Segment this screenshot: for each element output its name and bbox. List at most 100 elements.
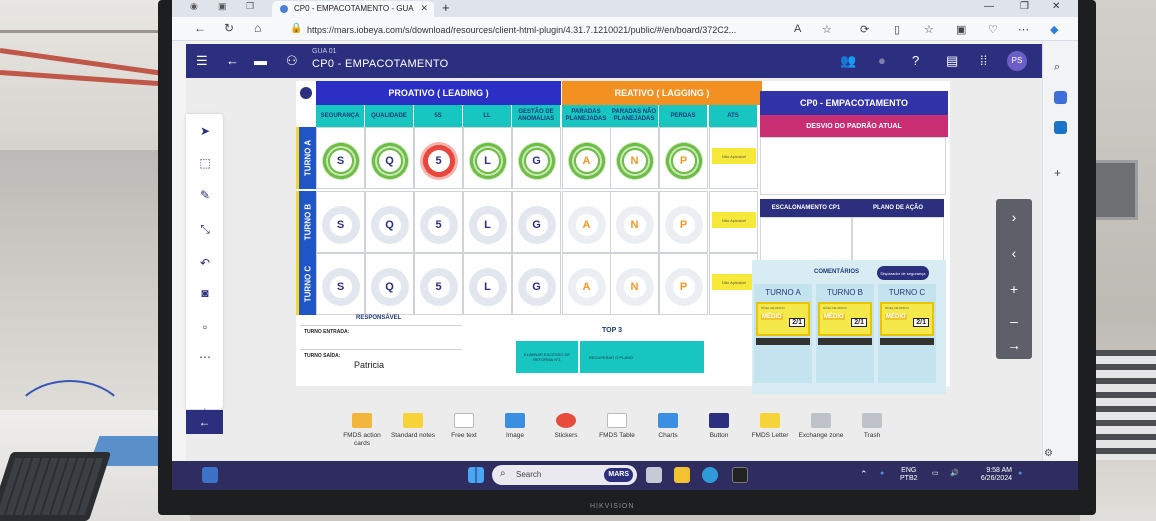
toolbar-item-stickers[interactable]: Stickers <box>540 409 592 440</box>
kpi-cell[interactable]: 5 <box>414 127 463 189</box>
restore-icon[interactable]: ❐ <box>1020 1 1029 12</box>
volume-icon[interactable]: 🔊 <box>950 470 959 478</box>
clock[interactable]: 9:58 AM 6/26/2024 <box>970 467 1012 483</box>
kpi-cell[interactable]: A <box>562 127 611 189</box>
pen-icon[interactable]: ✎ <box>197 188 213 202</box>
toolbar-item-fmds-table[interactable]: FMDS Table <box>591 409 643 440</box>
kpi-cell[interactable]: L <box>463 253 512 315</box>
capture-icon[interactable]: ◙ <box>197 286 213 300</box>
status-ring[interactable]: A <box>567 206 606 244</box>
edge-browser-icon[interactable] <box>702 467 718 483</box>
status-ring[interactable]: S <box>321 268 360 306</box>
status-ring[interactable]: L <box>468 142 507 180</box>
scroll-down-icon[interactable]: ↓ <box>197 404 213 418</box>
turno-saida-name[interactable]: Patricia <box>354 360 384 370</box>
comment-icon[interactable]: ▫ <box>197 320 213 334</box>
notification-bell-icon[interactable]: ● <box>1018 470 1022 478</box>
menu-dots-icon[interactable]: ⋯ <box>1018 23 1029 36</box>
status-ring[interactable]: G <box>517 268 556 306</box>
kpi-cell[interactable]: Q <box>365 127 414 189</box>
search-sidebar-icon[interactable]: ⌕ <box>1054 61 1067 74</box>
toolbar-item-exchange-zone[interactable]: Exchange zone <box>795 409 847 440</box>
favorite-star-icon[interactable]: ☆ <box>822 23 832 36</box>
kpi-cell[interactable]: G <box>512 127 561 189</box>
toolbar-item-charts[interactable]: Charts <box>642 409 694 440</box>
kpi-cell[interactable]: 5 <box>414 253 463 315</box>
ats-cell[interactable]: Não Aplicável <box>709 127 758 189</box>
split-screen-icon[interactable]: ▯ <box>894 23 900 36</box>
top3-note[interactable] <box>642 341 704 373</box>
status-ring[interactable]: G <box>517 206 556 244</box>
kpi-cell[interactable]: A <box>562 191 611 253</box>
new-tab-icon[interactable]: + <box>442 0 450 15</box>
status-ring[interactable]: 5 <box>419 142 458 180</box>
board-switch-icon[interactable]: ▬ <box>254 53 267 68</box>
ats-note[interactable]: Não Aplicável <box>712 274 756 290</box>
status-ring[interactable]: P <box>664 268 703 306</box>
status-ring[interactable]: N <box>615 268 654 306</box>
top3-note[interactable]: ELIMINAR EXCESSO DE REFORMA N°1 <box>516 341 578 373</box>
url-text[interactable]: https://mars.iobeya.com/s/download/resou… <box>307 25 736 35</box>
kpi-cell[interactable]: P <box>659 253 708 315</box>
kpi-cell[interactable]: Q <box>365 253 414 315</box>
top3-note[interactable]: RECUPERAR O PLANO <box>580 341 642 373</box>
risk-card[interactable]: NÍVEL DE RISCO MÉDIO 2/1 <box>756 302 810 336</box>
kpi-cell[interactable]: Q <box>365 191 414 253</box>
toolbar-item-trash[interactable]: Trash <box>846 409 898 440</box>
kpi-cell[interactable]: S <box>316 127 365 189</box>
toolbar-item-fmds-action-cards[interactable]: FMDS action cards <box>336 409 388 448</box>
refresh-icon[interactable]: ↻ <box>224 21 234 35</box>
favorites-icon[interactable]: ☆ <box>924 23 934 36</box>
outlook-icon[interactable] <box>1054 121 1067 134</box>
status-ring[interactable]: N <box>615 142 654 180</box>
status-ring[interactable]: L <box>468 268 507 306</box>
back-arrow-icon[interactable]: ← <box>194 21 206 35</box>
desvio-body[interactable] <box>760 137 946 195</box>
ats-note[interactable]: Não Aplicável <box>712 148 756 164</box>
status-ring[interactable]: Q <box>370 206 409 244</box>
kpi-cell[interactable]: P <box>659 127 708 189</box>
add-sidebar-icon[interactable]: + <box>1054 166 1067 180</box>
connector-icon[interactable]: ⤡ <box>197 222 213 236</box>
toolbar-item-fmds-letter[interactable]: FMDS Letter <box>744 409 796 440</box>
select-area-icon[interactable]: ⬚ <box>197 156 213 170</box>
ats-cell[interactable]: Não Aplicável <box>709 191 758 253</box>
status-ring[interactable]: P <box>664 206 703 244</box>
zoom-in-icon[interactable]: + <box>996 271 1032 307</box>
status-ring[interactable]: G <box>517 142 556 180</box>
kpi-cell[interactable]: P <box>659 191 708 253</box>
ats-cell[interactable]: Não Aplicável <box>709 253 758 315</box>
file-explorer-icon[interactable] <box>674 467 690 483</box>
status-ring[interactable]: Q <box>370 268 409 306</box>
kpi-cell[interactable]: S <box>316 253 365 315</box>
workspaces-icon[interactable]: ▣ <box>218 1 227 12</box>
apps-grid-icon[interactable]: ⁞⁞ <box>980 53 987 68</box>
close-window-icon[interactable]: ✕ <box>1052 1 1060 12</box>
toolbar-item-button[interactable]: Button <box>693 409 745 440</box>
kpi-cell[interactable]: L <box>463 191 512 253</box>
prev-arrow-icon[interactable]: ‹ <box>996 235 1032 271</box>
status-ring[interactable]: P <box>664 142 703 180</box>
status-ring[interactable]: Q <box>370 142 409 180</box>
tab-actions-icon[interactable]: ❐ <box>246 1 254 12</box>
kpi-cell[interactable]: A <box>562 253 611 315</box>
back-icon[interactable]: ← <box>226 53 239 68</box>
status-ring[interactable]: 5 <box>419 206 458 244</box>
status-ring[interactable]: S <box>321 206 360 244</box>
notification-icon[interactable]: ● <box>878 53 886 68</box>
kpi-cell[interactable]: G <box>512 253 561 315</box>
status-ring[interactable]: A <box>567 142 606 180</box>
minimize-icon[interactable]: — <box>984 1 994 12</box>
status-ring[interactable]: N <box>615 206 654 244</box>
copilot-icon[interactable]: ◆ <box>1050 23 1058 36</box>
kpi-cell[interactable]: N <box>610 191 659 253</box>
lock-icon[interactable]: 🔒 <box>290 23 302 34</box>
extensions-icon[interactable]: ⟳ <box>860 23 869 36</box>
risk-card[interactable]: NÍVEL DE RISCO MÉDIO 2/1 <box>880 302 934 336</box>
board-canvas[interactable]: ➤ ⬚ ✎ ⤡ ↶ ◙ ▫ ⋯ ← ↓ › ‹ + – → PROATIVO (… <box>186 78 1042 461</box>
language-indicator[interactable]: ENG PTB2 <box>900 467 918 483</box>
avatar[interactable]: PS <box>1007 51 1027 71</box>
undo-icon[interactable]: ↶ <box>197 256 213 270</box>
kpi-cell[interactable]: G <box>512 191 561 253</box>
network-icon[interactable]: ▭ <box>932 470 939 478</box>
